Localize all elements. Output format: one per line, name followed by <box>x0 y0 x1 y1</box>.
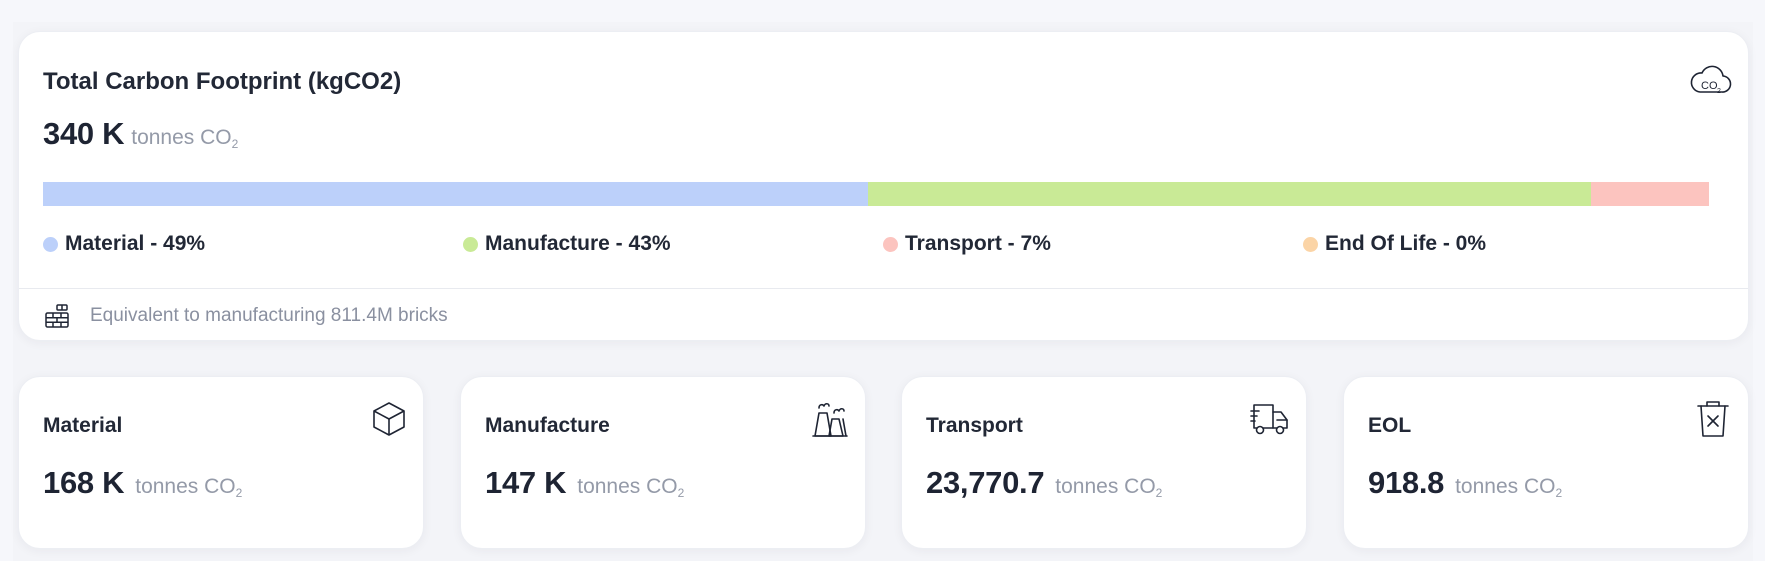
transport-card-title: Transport <box>926 414 1023 437</box>
breakdown-segment-manufacture <box>867 182 1591 206</box>
transport-unit: tonnes CO2 <box>1055 475 1162 500</box>
legend-label: Manufacture - 43% <box>485 232 671 255</box>
material-card: Material 168 K tonnes CO2 <box>18 376 424 549</box>
co2-cloud-icon: CO 2 <box>1690 65 1732 95</box>
material-value: 168 K <box>43 465 125 500</box>
breakdown-segment-material <box>43 182 868 206</box>
legend-item-material: Material - 49% <box>43 232 205 256</box>
legend-item-transport: Transport - 7% <box>883 232 1051 256</box>
legend-item-manufacture: Manufacture - 43% <box>463 232 671 256</box>
transport-value: 23,770.7 <box>926 465 1045 500</box>
manufacture-value-row: 147 K tonnes CO2 <box>485 465 684 501</box>
eol-value-row: 918.8 tonnes CO2 <box>1368 465 1562 501</box>
brick-wall-icon <box>45 304 69 328</box>
manufacture-unit-subscript: 2 <box>677 486 685 500</box>
manufacture-card: Manufacture 147 K tonnes CO2 <box>460 376 866 549</box>
svg-text:CO: CO <box>1701 80 1718 92</box>
transport-card: Transport 23,770.7 tonnes CO2 <box>901 376 1307 549</box>
legend-label: Material - 49% <box>65 232 206 255</box>
total-unit-text: tonnes CO <box>131 126 232 149</box>
total-carbon-footprint-card: Total Carbon Footprint (kgCO2) CO 2 340 … <box>18 31 1749 341</box>
material-card-title: Material <box>43 414 123 437</box>
equivalence-row: Equivalent to manufacturing 811.4M brick… <box>43 302 448 330</box>
transport-unit-text: tonnes CO <box>1055 475 1156 498</box>
eol-unit-subscript: 2 <box>1555 486 1563 500</box>
manufacture-unit: tonnes CO2 <box>577 475 684 500</box>
eol-unit: tonnes CO2 <box>1455 475 1562 500</box>
legend-dot <box>1303 236 1318 252</box>
legend-item-end-of-life: End Of Life - 0% <box>1303 232 1486 256</box>
manufacture-unit-text: tonnes CO <box>577 475 678 498</box>
material-value-row: 168 K tonnes CO2 <box>43 465 242 501</box>
factory-icon <box>812 402 848 437</box>
legend-dot <box>883 236 898 252</box>
eol-card: EOL 918.8 tonnes CO2 <box>1343 376 1749 549</box>
total-unit: tonnes CO2 <box>131 126 238 151</box>
material-unit: tonnes CO2 <box>135 475 242 500</box>
manufacture-card-title: Manufacture <box>485 414 610 437</box>
manufacture-value: 147 K <box>485 465 567 500</box>
eol-card-title: EOL <box>1368 414 1412 437</box>
total-value: 340 K <box>43 116 125 151</box>
total-card-title: Total Carbon Footprint (kgCO2) <box>43 68 402 95</box>
legend-dot <box>43 236 58 252</box>
truck-icon <box>1250 404 1288 435</box>
trash-icon <box>1697 401 1729 437</box>
equivalence-text: Equivalent to manufacturing 811.4M brick… <box>90 305 448 326</box>
footprint-breakdown-bar <box>43 182 1709 206</box>
legend-label: End Of Life - 0% <box>1325 232 1487 255</box>
total-value-row: 340 K tonnes CO2 <box>43 116 238 152</box>
total-unit-subscript: 2 <box>231 137 239 151</box>
legend-label: Transport - 7% <box>905 232 1051 255</box>
cube-icon <box>373 402 405 436</box>
eol-unit-text: tonnes CO <box>1455 475 1556 498</box>
eol-value: 918.8 <box>1368 465 1445 500</box>
material-unit-text: tonnes CO <box>135 475 236 498</box>
legend-dot <box>463 236 478 252</box>
breakdown-segment-transport <box>1590 182 1709 206</box>
material-unit-subscript: 2 <box>235 486 243 500</box>
transport-unit-subscript: 2 <box>1155 486 1163 500</box>
card-divider <box>19 288 1748 289</box>
svg-text:2: 2 <box>1717 88 1721 95</box>
breakdown-legend: Material - 49% Manufacture - 43% Transport… <box>43 232 1723 262</box>
transport-value-row: 23,770.7 tonnes CO2 <box>926 465 1162 501</box>
